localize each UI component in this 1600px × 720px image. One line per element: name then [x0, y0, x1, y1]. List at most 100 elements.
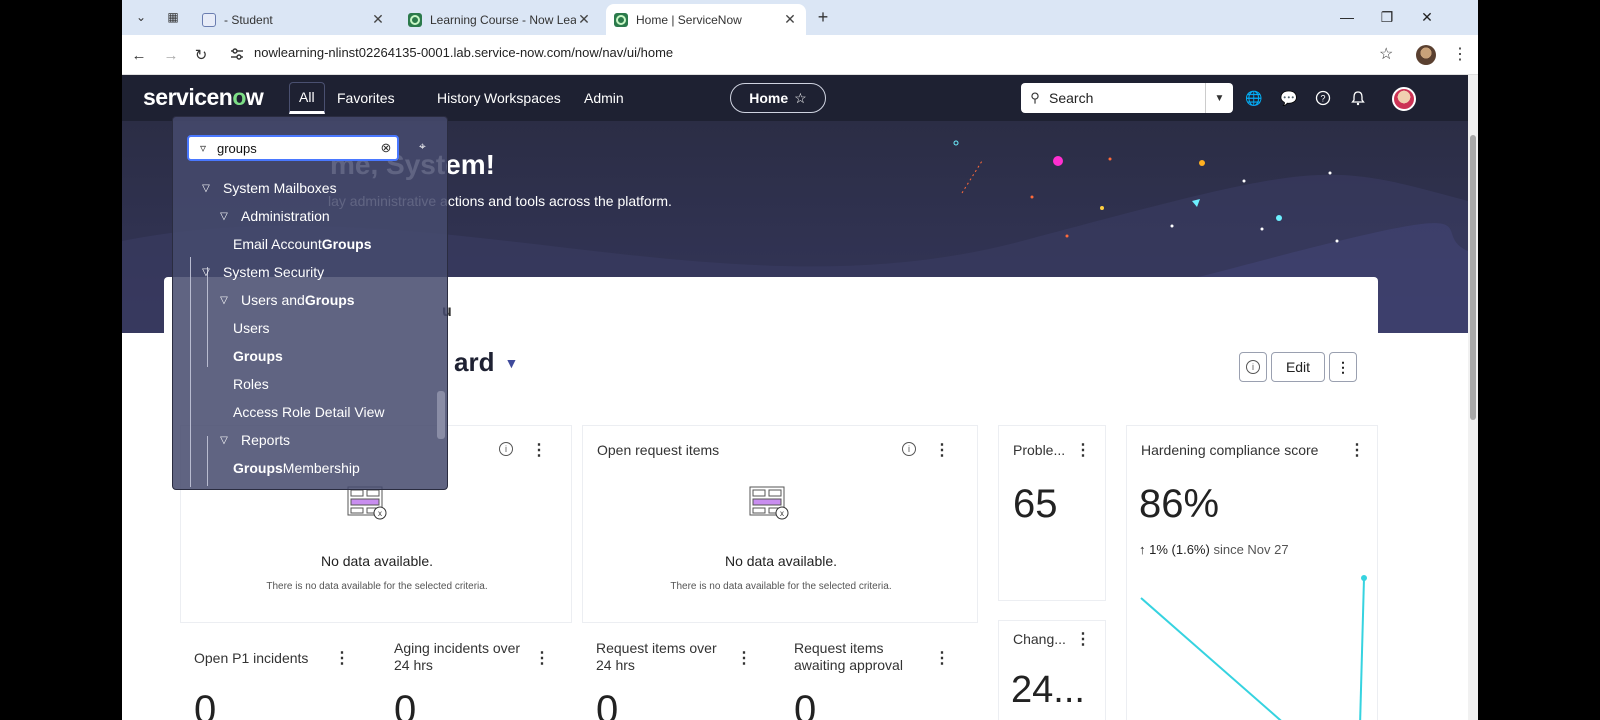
- url-field[interactable]: nowlearning-nlinst02264135-0001.lab.serv…: [254, 45, 673, 60]
- problems-value[interactable]: 65: [1013, 482, 1058, 527]
- info-button[interactable]: i: [1239, 352, 1267, 382]
- menu-item-groups-membership[interactable]: Groups Membership: [233, 455, 360, 481]
- tab-student[interactable]: - Student ✕: [194, 4, 394, 35]
- widget-menu-icon[interactable]: ⋮: [934, 440, 950, 460]
- site-info-icon[interactable]: [230, 47, 244, 61]
- tab-groups-icon[interactable]: ▦: [162, 6, 184, 28]
- global-search[interactable]: ⚲ Search ▼: [1021, 83, 1233, 113]
- widget-menu-icon[interactable]: ⋮: [534, 648, 550, 668]
- widget-problems: Proble... ⋮ 65: [998, 425, 1106, 601]
- menu-item-groups[interactable]: Groups: [233, 343, 283, 369]
- clear-icon[interactable]: ⊗: [375, 140, 397, 156]
- page-scrollbar-thumb[interactable]: [1470, 135, 1476, 420]
- request-over-value[interactable]: 0: [596, 688, 618, 720]
- tree-guide: [207, 436, 208, 486]
- profile-icon[interactable]: [1416, 45, 1436, 65]
- nav-admin[interactable]: Admin: [575, 82, 633, 114]
- dashboard-menu-icon[interactable]: ⋮: [1329, 352, 1357, 382]
- servicenow-favicon-icon: [408, 12, 422, 27]
- no-data-message: No data available.: [320, 553, 434, 569]
- restore-icon[interactable]: ❐: [1372, 6, 1402, 28]
- close-tab-icon[interactable]: ✕: [782, 11, 798, 28]
- info-icon[interactable]: i: [499, 442, 513, 456]
- widget-menu-icon[interactable]: ⋮: [531, 440, 547, 460]
- widget-title: Chang...: [1013, 631, 1066, 647]
- svg-text:?: ?: [1320, 94, 1325, 104]
- widget-menu-icon[interactable]: ⋮: [1075, 440, 1091, 460]
- menu-filter-input[interactable]: ▿ groups ⊗: [187, 135, 399, 161]
- menu-item-administration[interactable]: ▽ Administration: [215, 203, 330, 229]
- widget-title: Proble...: [1013, 442, 1066, 458]
- menu-item-roles[interactable]: Roles: [233, 371, 269, 397]
- compliance-score-value[interactable]: 86%: [1139, 482, 1219, 527]
- menu-scrollbar-thumb[interactable]: [437, 391, 445, 439]
- dashboard-dropdown-icon[interactable]: ▼: [504, 355, 518, 371]
- menu-item-users-and-groups[interactable]: ▽ Users and Groups: [215, 287, 354, 313]
- no-data-detail: There is no data available for the selec…: [670, 581, 892, 592]
- widget-title: Request items awaiting approval: [794, 640, 903, 673]
- student-favicon-icon: [202, 12, 216, 27]
- reload-icon[interactable]: ↻: [190, 44, 212, 66]
- nav-favorites[interactable]: Favorites: [328, 82, 404, 114]
- menu-kebab-icon[interactable]: ⋮: [1452, 44, 1468, 64]
- bell-icon[interactable]: [1348, 88, 1368, 108]
- filter-icon: ▿: [199, 141, 207, 155]
- widget-menu-icon[interactable]: ⋮: [1349, 440, 1365, 460]
- servicenow-logo[interactable]: servicenow: [143, 84, 264, 111]
- close-tab-icon[interactable]: ✕: [576, 11, 592, 28]
- forward-icon[interactable]: →: [160, 44, 182, 66]
- filter-value[interactable]: groups: [217, 141, 375, 156]
- widget-title: Hardening compliance score: [1141, 442, 1319, 458]
- chevron-down-icon: ▽: [202, 266, 210, 278]
- home-pill-button[interactable]: Home ☆: [730, 83, 826, 113]
- widget-menu-icon[interactable]: ⋮: [934, 648, 950, 668]
- tree-guide: [190, 257, 191, 487]
- tab-title: - Student: [224, 12, 273, 27]
- tab-title: Learning Course - Now Learnin: [430, 12, 576, 27]
- menu-item-system-security[interactable]: ▽ System Security: [197, 259, 324, 285]
- minimize-icon[interactable]: —: [1332, 6, 1362, 28]
- tab-home-servicenow[interactable]: Home | ServiceNow ✕: [606, 4, 806, 35]
- info-icon[interactable]: i: [902, 442, 916, 456]
- nav-workspaces[interactable]: Workspaces: [475, 82, 570, 114]
- favorite-star-icon[interactable]: ☆: [794, 90, 807, 107]
- no-data-message: No data available.: [724, 553, 838, 569]
- home-pill-label: Home: [749, 90, 789, 106]
- menu-item-reports[interactable]: ▽ Reports: [215, 427, 290, 453]
- chevron-down-icon: ▽: [220, 294, 228, 306]
- tab-search-icon[interactable]: ⌄: [130, 6, 152, 28]
- no-data-icon: x: [749, 486, 789, 520]
- widget-open-p1-incidents: Open P1 incidents ⋮ 0: [180, 630, 376, 720]
- widget-menu-icon[interactable]: ⋮: [1075, 629, 1091, 649]
- chat-icon[interactable]: 💬: [1279, 88, 1299, 108]
- changes-value[interactable]: 24...: [1011, 669, 1085, 712]
- awaiting-value[interactable]: 0: [794, 688, 816, 720]
- globe-icon[interactable]: 🌐: [1244, 88, 1264, 108]
- bookmark-star-icon[interactable]: ☆: [1379, 44, 1393, 64]
- menu-item-users[interactable]: Users: [233, 315, 270, 341]
- avatar[interactable]: [1392, 87, 1416, 111]
- menu-item-system-mailboxes[interactable]: ▽ System Mailboxes: [197, 175, 336, 201]
- chevron-down-icon[interactable]: ▼: [1205, 83, 1233, 113]
- widget-aging-incidents: Aging incidents over 24 hrs ⋮ 0: [380, 630, 576, 720]
- edit-button[interactable]: Edit: [1271, 352, 1325, 382]
- widget-menu-icon[interactable]: ⋮: [334, 648, 350, 668]
- close-tab-icon[interactable]: ✕: [370, 11, 386, 28]
- widget-open-request-items: Open request items i ⋮ x No data availab…: [582, 425, 978, 623]
- nav-all[interactable]: All: [289, 82, 325, 114]
- arrow-up-icon: ↑: [1139, 542, 1146, 557]
- close-window-icon[interactable]: ✕: [1412, 6, 1442, 28]
- new-tab-button[interactable]: +: [812, 6, 834, 28]
- open-p1-value[interactable]: 0: [194, 688, 216, 720]
- widget-request-awaiting-approval: Request items awaiting approval ⋮ 0: [780, 630, 978, 720]
- compliance-trend-chart: [1140, 575, 1367, 720]
- back-icon[interactable]: ←: [128, 44, 150, 66]
- help-icon[interactable]: ?: [1313, 88, 1333, 108]
- widget-title: Open P1 incidents: [194, 650, 309, 666]
- aging-value[interactable]: 0: [394, 688, 416, 720]
- menu-item-access-role-detail-view[interactable]: Access Role Detail View: [233, 399, 384, 425]
- pin-icon[interactable]: ⌖: [419, 139, 426, 154]
- tab-learning-course[interactable]: Learning Course - Now Learnin ✕: [400, 4, 600, 35]
- widget-menu-icon[interactable]: ⋮: [736, 648, 752, 668]
- menu-item-email-account-groups[interactable]: Email Account Groups: [233, 231, 372, 257]
